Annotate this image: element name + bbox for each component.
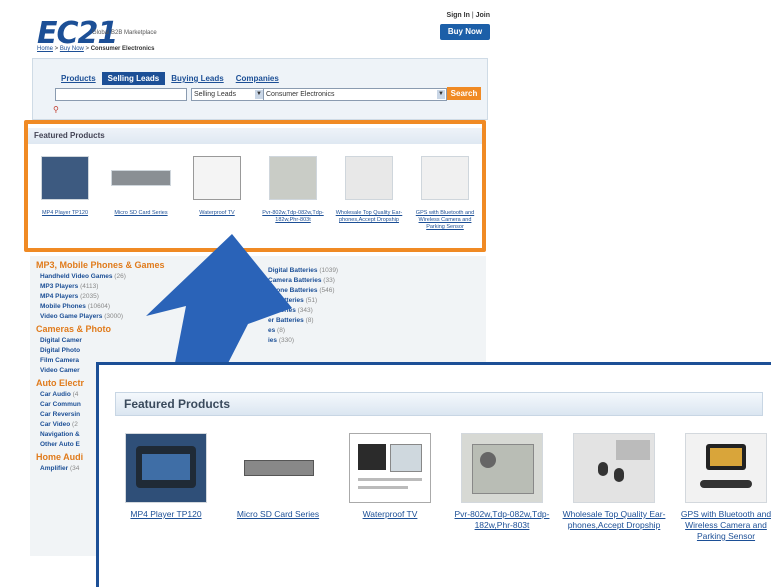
product-link[interactable]: MP4 Player TP120 <box>111 509 221 520</box>
featured-product-item[interactable]: Waterproof TV <box>335 433 445 520</box>
circuit-board-image[interactable] <box>461 433 543 503</box>
featured-products-title: Featured Products <box>124 397 231 411</box>
featured-product-item[interactable]: Wholesale Top Quality Ear-phones,Accept … <box>559 433 669 531</box>
zoomed-featured-products: Featured Products MP4 Player TP120 Micro… <box>96 362 771 587</box>
featured-products-header: Featured Products <box>115 392 763 416</box>
featured-product-item[interactable]: Micro SD Card Series <box>223 433 333 520</box>
featured-product-item[interactable]: Pvr-802w,Tdp-082w,Tdp-182w,Phr-803t <box>447 433 557 531</box>
gps-image[interactable] <box>685 433 767 503</box>
product-link[interactable]: Waterproof TV <box>335 509 445 520</box>
mp4-player-image[interactable] <box>125 433 207 503</box>
product-link[interactable]: GPS with Bluetooth and Wireless Camera a… <box>671 509 771 542</box>
waterproof-tv-image[interactable] <box>349 433 431 503</box>
sd-card-image[interactable] <box>237 433 319 503</box>
featured-product-item[interactable]: MP4 Player TP120 <box>111 433 221 520</box>
product-link[interactable]: Wholesale Top Quality Ear-phones,Accept … <box>559 509 669 531</box>
featured-product-item[interactable]: GPS with Bluetooth and Wireless Camera a… <box>671 433 771 542</box>
product-link[interactable]: Micro SD Card Series <box>223 509 333 520</box>
product-link[interactable]: Pvr-802w,Tdp-082w,Tdp-182w,Phr-803t <box>447 509 557 531</box>
earphones-image[interactable] <box>573 433 655 503</box>
